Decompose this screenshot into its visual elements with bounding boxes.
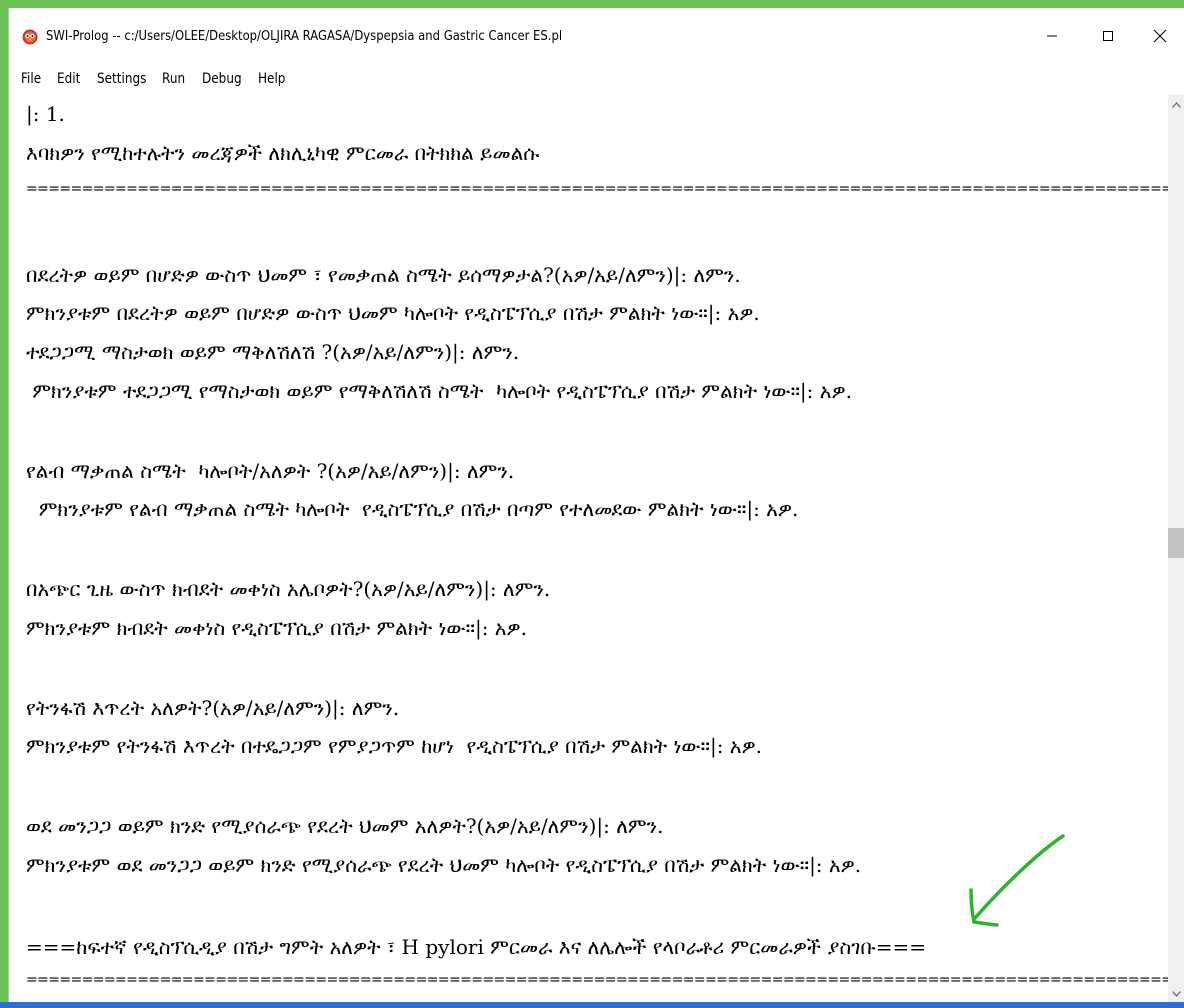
owl-icon bbox=[22, 29, 38, 45]
close-button[interactable] bbox=[1137, 20, 1183, 52]
menu-bar: File Edit Settings Run Debug Help bbox=[9, 64, 1184, 94]
maximize-icon bbox=[1103, 31, 1113, 41]
console-line: ተደጋጋሚ ማስታወክ ወይም ማቅለሽለሽ ?(አዎ/አይ/ለምን)|: ለም… bbox=[26, 340, 520, 364]
menu-run[interactable]: Run bbox=[162, 71, 185, 87]
scroll-down-button[interactable] bbox=[1168, 985, 1184, 1002]
prolog-window: SWI-Prolog -- c:/Users/OLEE/Desktop/OLJI… bbox=[8, 8, 1184, 1002]
maximize-button[interactable] bbox=[1085, 20, 1131, 52]
console-line: እባክዎን የሚከተሉትን መረጃዎች ለክሊኒካዊ ምርመራ በትክክል ይመ… bbox=[26, 141, 540, 165]
menu-settings[interactable]: Settings bbox=[97, 71, 146, 87]
minimize-button[interactable] bbox=[1029, 20, 1075, 52]
minimize-icon bbox=[1047, 35, 1057, 37]
separator-line: ========================================… bbox=[26, 181, 1168, 197]
menu-file[interactable]: File bbox=[21, 71, 41, 87]
console-line: ምክንያቱም የልብ ማቃጠል ስሜት ካሎቦት የዲስፔፕሲያ በሽታ በጣም… bbox=[26, 497, 799, 521]
console-line: በደረትዎ ወይም በሆድዎ ውስጥ ህመም ፣ የመቃጠል ስሜት ይሰማዎታ… bbox=[26, 263, 741, 287]
console-line: የልብ ማቃጠል ስሜት ካሎቦት/አለዎት ?(አዎ/አይ/ለምን)|: ለም… bbox=[26, 459, 515, 483]
console-line: ምክንያቱም በደረትዎ ወይም በሆድዎ ውስጥ ህመም ካሎቦት የዲስፔፕ… bbox=[26, 301, 760, 325]
menu-help[interactable]: Help bbox=[258, 71, 285, 87]
console-line: በአጭር ጊዜ ውስጥ ክብደት መቀነስ አሌቦዎት?(አዎ/አይ/ለምን)|… bbox=[26, 577, 551, 601]
scroll-up-arrow-icon bbox=[1172, 101, 1181, 108]
title-bar[interactable]: SWI-Prolog -- c:/Users/OLEE/Desktop/OLJI… bbox=[9, 8, 1184, 64]
diagnosis-line: ===ከፍተኛ የዲስፕሲዲያ በሽታ ግምት አለዎት ፣ H pylori … bbox=[26, 935, 927, 959]
menu-debug[interactable]: Debug bbox=[202, 71, 242, 87]
menu-edit[interactable]: Edit bbox=[57, 71, 80, 87]
green-arrow-icon bbox=[969, 834, 1065, 927]
console-line: |: 1. bbox=[26, 102, 65, 126]
scroll-up-button[interactable] bbox=[1168, 96, 1184, 113]
close-icon bbox=[1153, 29, 1167, 43]
console-line: ምክንያቱም ክብደት መቀነስ የዲስፔፕሲያ በሽታ ምልክት ነው።|: … bbox=[26, 616, 527, 640]
console-line: ምክንያቱም ወደ መንጋጋ ወይም ክንድ የሚያሰራጭ የደረት ህመም ካ… bbox=[26, 853, 862, 877]
scroll-down-arrow-icon bbox=[1172, 990, 1181, 997]
console-line: ወደ መንጋጋ ወይም ክንድ የሚያሰራጭ የደረት ህመም አለዎት?(አዎ… bbox=[26, 814, 664, 838]
vertical-scrollbar[interactable] bbox=[1168, 94, 1184, 1002]
console-line: ምክንያቱም ተደጋጋሚ የማስታወክ ወይም የማቅለሽለሽ ስሜት ካሎቦት… bbox=[26, 379, 852, 403]
taskbar-strip bbox=[0, 1002, 1184, 1008]
console-line: የትንፋሽ እጥረት አለዎት?(አዎ/አይ/ለምን)|: ለምን. bbox=[26, 696, 400, 720]
console-line: ምክንያቱም የትንፋሽ እጥረት በተዴጋጋም የምያጋጥም ከሆነ የዲስፔ… bbox=[26, 734, 762, 758]
scroll-thumb[interactable] bbox=[1168, 528, 1184, 558]
window-title: SWI-Prolog -- c:/Users/OLEE/Desktop/OLJI… bbox=[46, 28, 563, 44]
separator-line: ========================================… bbox=[26, 972, 1168, 988]
